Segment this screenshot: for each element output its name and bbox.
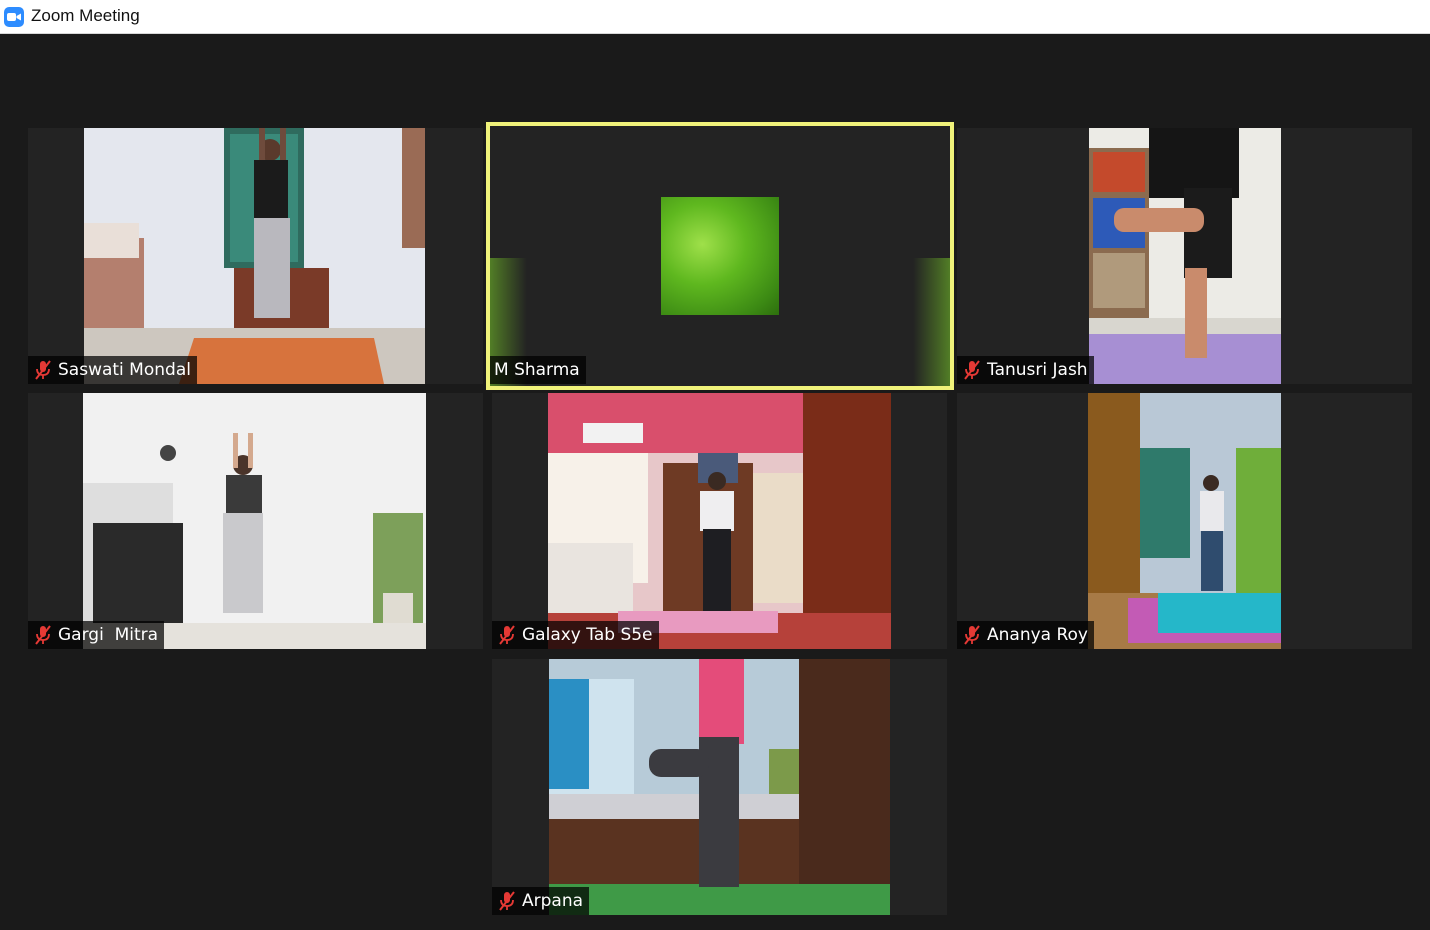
muted-mic-icon	[964, 360, 980, 380]
participant-avatar-thumbnail	[661, 197, 779, 315]
participant-tile[interactable]: Gargi Mitra	[28, 393, 483, 649]
participant-name-tag: Arpana	[492, 887, 590, 915]
muted-mic-icon	[35, 360, 51, 380]
participant-video	[84, 128, 425, 384]
participant-name: Galaxy Tab S5e	[522, 625, 653, 645]
participant-tile[interactable]: Saswati Mondal	[28, 128, 483, 384]
title-bar: Zoom Meeting	[0, 0, 1430, 34]
participant-tile[interactable]: Galaxy Tab S5e	[492, 393, 947, 649]
participant-name: Ananya Roy	[987, 625, 1088, 645]
zoom-camera-icon	[4, 7, 24, 27]
participant-video	[1089, 128, 1281, 384]
muted-mic-icon	[499, 625, 515, 645]
participant-name-tag: M Sharma	[490, 356, 586, 384]
participant-video	[1088, 393, 1281, 649]
participant-name: M Sharma	[494, 360, 580, 380]
participant-tile[interactable]: Tanusri Jash	[957, 128, 1412, 384]
participant-video	[83, 393, 426, 649]
participant-name: Gargi Mitra	[58, 625, 159, 645]
participant-video	[549, 659, 890, 915]
window-title: Zoom Meeting	[31, 6, 140, 25]
participant-name-tag: Galaxy Tab S5e	[492, 621, 659, 649]
participant-name-tag: Saswati Mondal	[28, 356, 197, 384]
participant-name: Saswati Mondal	[58, 360, 191, 380]
participant-name: Tanusri Jash	[987, 360, 1088, 380]
participant-tile[interactable]: Arpana	[492, 659, 947, 915]
participant-name-tag: Gargi Mitra	[28, 621, 165, 649]
muted-mic-icon	[35, 625, 51, 645]
muted-mic-icon	[499, 891, 515, 911]
participant-name-tag: Ananya Roy	[957, 621, 1094, 649]
muted-mic-icon	[964, 625, 980, 645]
participant-name-tag: Tanusri Jash	[957, 356, 1094, 384]
participant-tile[interactable]: Ananya Roy	[957, 393, 1412, 649]
gallery-view: Saswati Mondal M Sharma Tanusri Jash Gar…	[0, 34, 1430, 930]
participant-name: Arpana	[522, 891, 584, 911]
participant-video	[548, 393, 891, 649]
